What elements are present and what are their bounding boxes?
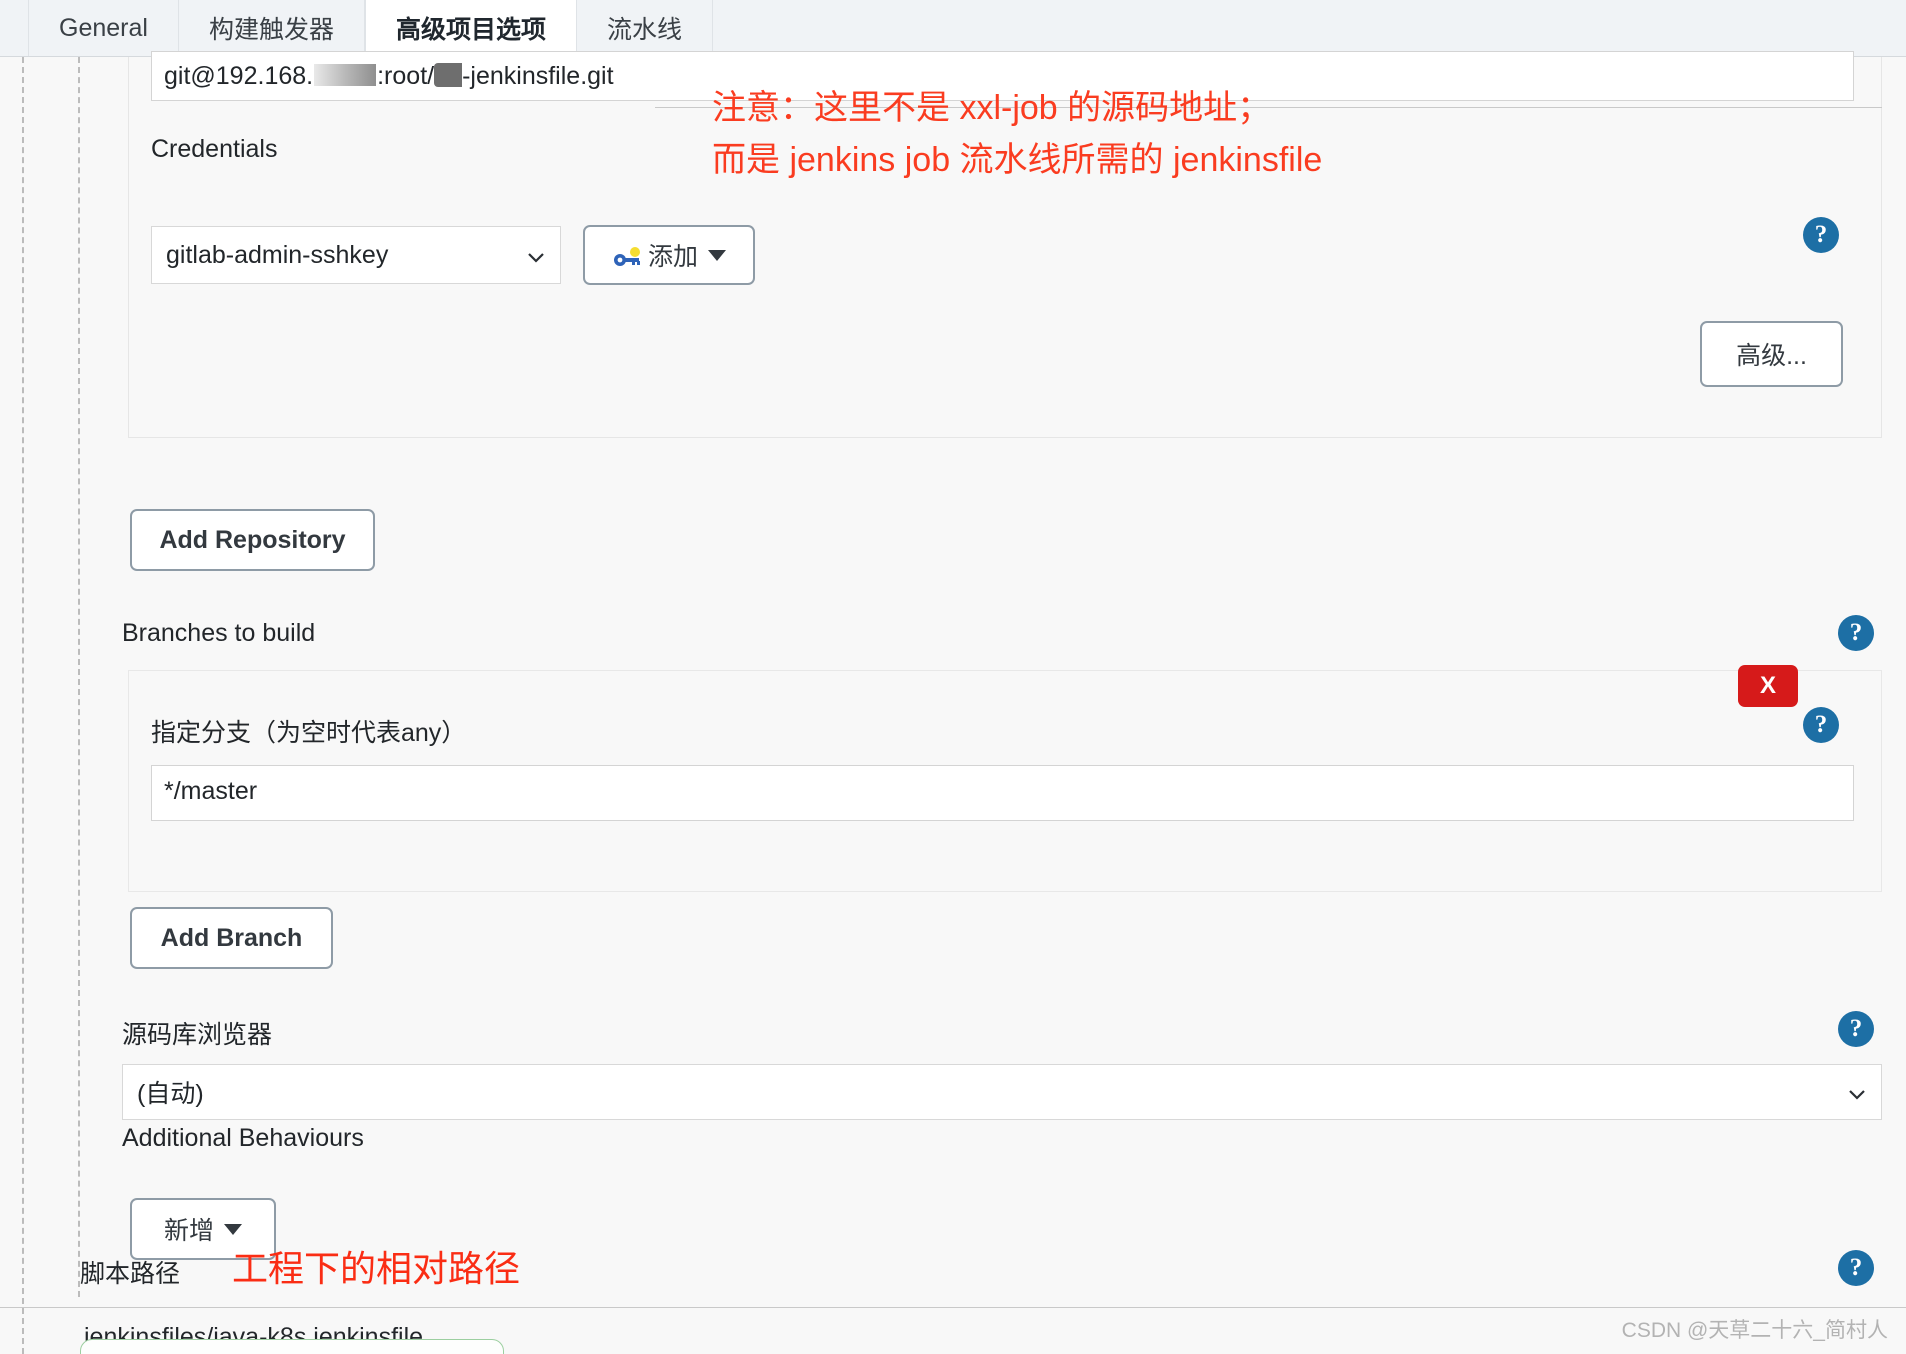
script-path-divider	[0, 1307, 1906, 1308]
help-icon-branch-specifier[interactable]: ?	[1803, 707, 1839, 743]
caret-down-icon	[224, 1224, 242, 1235]
branches-to-build-label: Branches to build	[122, 619, 315, 648]
help-glyph: ?	[1850, 1015, 1863, 1043]
repository-url-suffix: -jenkinsfile.git	[462, 62, 613, 90]
credentials-select[interactable]: gitlab-admin-sshkey	[151, 226, 561, 284]
credentials-selected-value: gitlab-admin-sshkey	[166, 241, 388, 270]
tab-label: 构建触发器	[209, 10, 334, 46]
annotation-note-line1: 注意：这里不是 xxl-job 的源码地址；	[712, 82, 1322, 134]
repo-browser-label: 源码库浏览器	[122, 1015, 272, 1051]
tab-advanced-project-options[interactable]: 高级项目选项	[365, 0, 577, 57]
tab-build-triggers[interactable]: 构建触发器	[179, 0, 365, 56]
watermark: CSDN @天草二十六_简村人	[1622, 1314, 1888, 1344]
credentials-label: Credentials	[151, 135, 277, 164]
delete-branch-label: X	[1760, 672, 1776, 700]
add-credentials-label: 添加	[648, 237, 698, 273]
help-glyph: ?	[1815, 221, 1828, 249]
advanced-button[interactable]: 高级...	[1700, 321, 1843, 387]
annotation-note: 注意：这里不是 xxl-job 的源码地址； 而是 jenkins job 流水…	[712, 82, 1322, 186]
tab-pipeline[interactable]: 流水线	[577, 0, 713, 56]
advanced-label: 高级...	[1736, 336, 1807, 372]
help-glyph: ?	[1815, 711, 1828, 739]
tab-general[interactable]: General	[28, 0, 179, 56]
help-icon-repo-browser[interactable]: ?	[1838, 1011, 1874, 1047]
add-behaviour-label: 新增	[164, 1211, 214, 1247]
chevron-down-icon	[1847, 1082, 1867, 1102]
add-repository-label: Add Repository	[159, 526, 345, 555]
add-branch-button[interactable]: Add Branch	[130, 907, 333, 969]
page-root: General 构建触发器 高级项目选项 流水线 git@192.168. :ro…	[0, 0, 1906, 1354]
add-repository-button[interactable]: Add Repository	[130, 509, 375, 571]
caret-down-icon	[708, 250, 726, 261]
help-icon-branches[interactable]: ?	[1838, 615, 1874, 651]
help-icon-script-path[interactable]: ?	[1838, 1250, 1874, 1286]
tab-label: 流水线	[607, 10, 682, 46]
chevron-down-icon	[526, 245, 546, 265]
branch-specifier-value: */master	[164, 777, 257, 805]
scm-config-content: git@192.168. :root/ -jenkinsfile.git Crede…	[0, 57, 1906, 1354]
tab-label: General	[59, 14, 148, 43]
help-glyph: ?	[1850, 619, 1863, 647]
annotation-note-line2: 而是 jenkins job 流水线所需的 jenkinsfile	[712, 134, 1322, 186]
repo-browser-selected-value: (自动)	[137, 1074, 204, 1110]
repository-url-prefix: git@192.168.	[164, 62, 313, 90]
autocomplete-popup[interactable]	[80, 1339, 504, 1354]
tab-label: 高级项目选项	[396, 10, 546, 46]
add-branch-label: Add Branch	[161, 924, 303, 953]
help-glyph: ?	[1850, 1254, 1863, 1282]
add-credentials-button[interactable]: 添加	[583, 225, 755, 285]
delete-branch-button[interactable]: X	[1738, 665, 1798, 707]
additional-behaviours-label: Additional Behaviours	[122, 1124, 364, 1153]
key-icon	[612, 245, 642, 265]
script-path-label: 脚本路径	[80, 1254, 180, 1290]
branch-specifier-input[interactable]: */master	[151, 765, 1854, 821]
redacted-name-block	[434, 63, 462, 87]
repo-browser-select[interactable]: (自动)	[122, 1064, 1882, 1120]
help-icon-credentials[interactable]: ?	[1803, 217, 1839, 253]
repository-url-middle: :root/	[377, 62, 434, 90]
tab-bar: General 构建触发器 高级项目选项 流水线	[0, 0, 1906, 57]
annotation-relative-path: 工程下的相对路径	[232, 1240, 520, 1292]
redacted-ip-block	[314, 64, 376, 86]
branch-specifier-label: 指定分支（为空时代表any）	[151, 713, 466, 749]
